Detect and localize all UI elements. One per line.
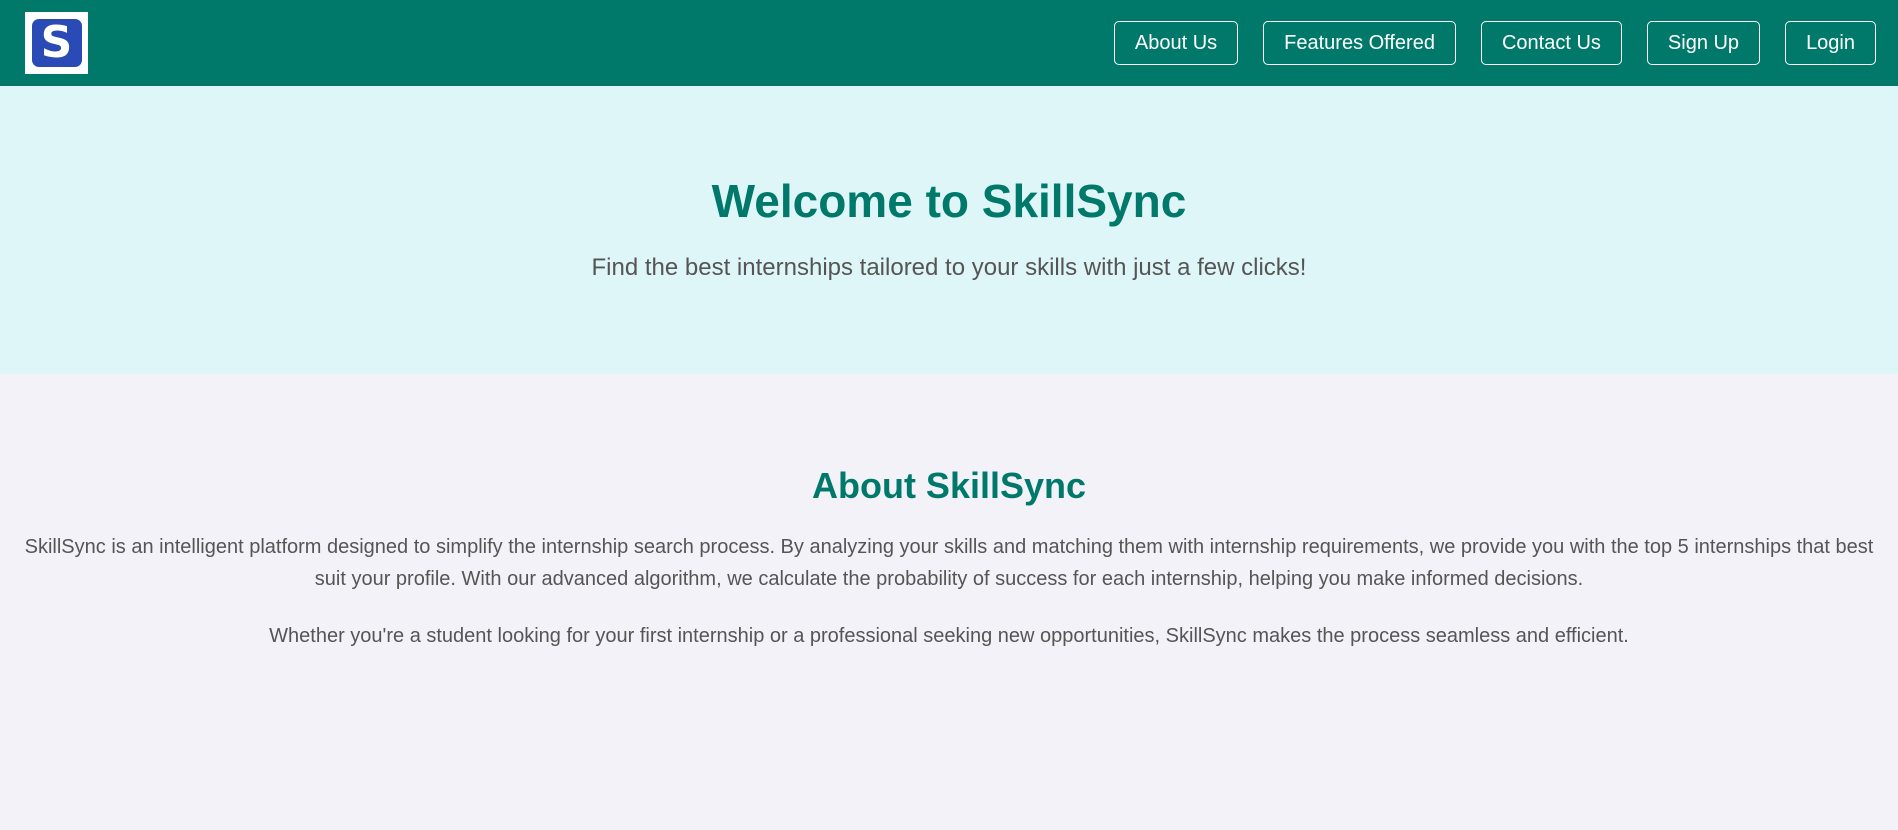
sign-up-button[interactable]: Sign Up (1646, 21, 1761, 65)
about-title: About SkillSync (811, 465, 1087, 506)
nav-links: About Us Features Offered Contact Us Sig… (1113, 21, 1876, 65)
site-logo[interactable]: S (25, 12, 88, 74)
navbar: S About Us Features Offered Contact Us S… (0, 0, 1898, 86)
login-button[interactable]: Login (1785, 21, 1876, 65)
logo-s-icon: S (31, 19, 82, 67)
hero-title: Welcome to SkillSync (711, 175, 1187, 227)
about-paragraph-2: Whether you're a student looking for you… (269, 625, 1629, 648)
hero-section: Welcome to SkillSync Find the best inter… (0, 86, 1898, 374)
features-offered-button[interactable]: Features Offered (1263, 21, 1456, 65)
contact-us-button[interactable]: Contact Us (1480, 21, 1622, 65)
about-paragraph-1: SkillSync is an intelligent platform des… (24, 536, 1874, 591)
about-section: About SkillSync SkillSync is an intellig… (0, 374, 1898, 652)
about-us-button[interactable]: About Us (1113, 21, 1239, 65)
hero-subtitle: Find the best internships tailored to yo… (591, 254, 1307, 281)
